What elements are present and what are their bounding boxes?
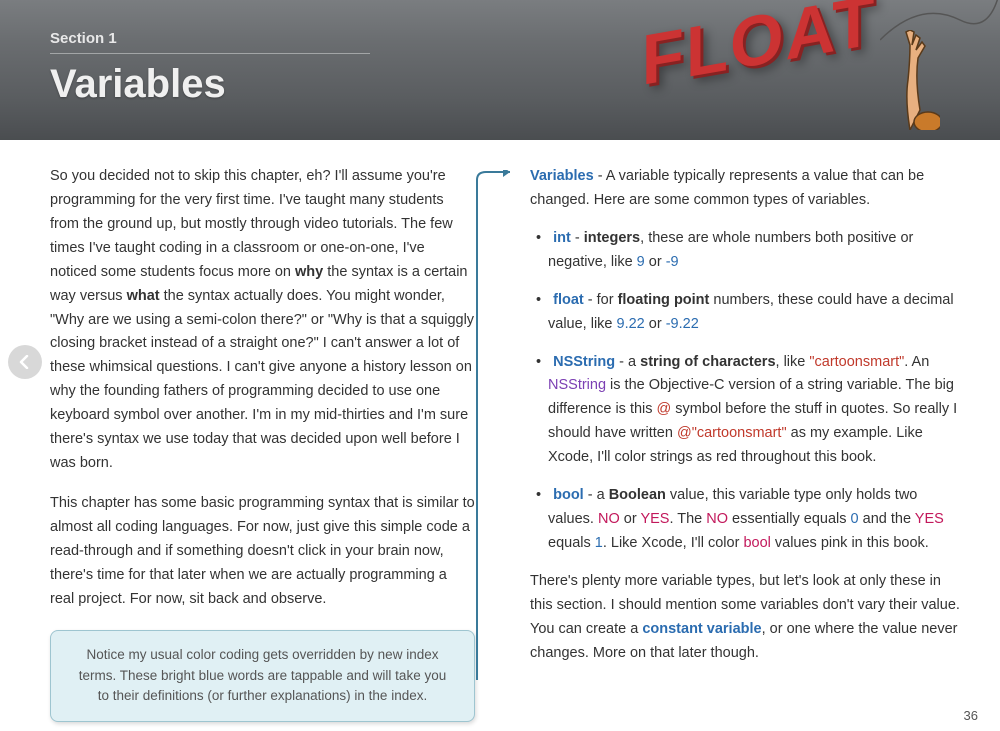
callout-note: Notice my usual color coding gets overri… [50,630,475,723]
content-area: So you decided not to skip this chapter,… [0,140,1000,700]
intro-paragraph-1: So you decided not to skip this chapter,… [50,165,475,476]
intro-paragraph-2: This chapter has some basic programming … [50,492,475,612]
list-item-bool: bool - a Boolean value, this variable ty… [530,484,960,556]
header-illustration: FLOAT [620,0,980,140]
float-word-art: FLOAT [642,0,876,101]
callout-text: Notice my usual color coding gets overri… [79,647,446,704]
link-variables[interactable]: Variables [530,168,594,184]
list-item-float: float - for floating point numbers, thes… [530,289,960,337]
page-header: Section 1 Variables FLOAT [0,0,1000,140]
emphasis-what: what [127,288,160,304]
emphasis-why: why [295,264,323,280]
type-list: int - integers, these are whole numbers … [530,227,960,556]
page-number: 36 [964,708,978,723]
link-constant-variable[interactable]: constant variable [642,621,761,637]
string-line-icon [880,0,1000,70]
link-bool[interactable]: bool [553,487,584,503]
link-int[interactable]: int [553,230,571,246]
section-label: Section 1 [50,30,370,54]
left-column: So you decided not to skip this chapter,… [50,165,500,690]
list-item-nsstring: NSString - a string of characters, like … [530,351,960,471]
list-item-int: int - integers, these are whole numbers … [530,227,960,275]
right-column: Variables - A variable typically represe… [500,165,960,690]
variables-definition: Variables - A variable typically represe… [530,165,960,213]
outro-paragraph: There's plenty more variable types, but … [530,570,960,666]
link-nsstring[interactable]: NSString [553,354,615,370]
link-float[interactable]: float [553,292,584,308]
